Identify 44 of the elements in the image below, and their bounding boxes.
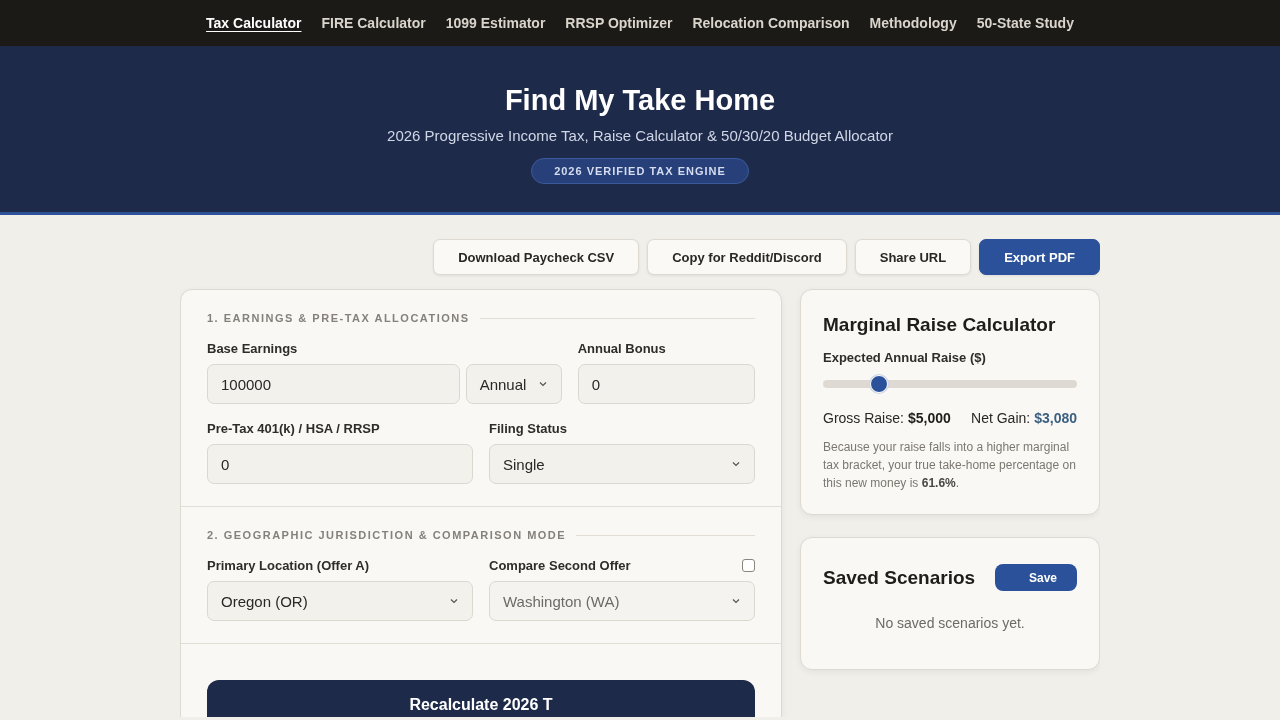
page-title: Find My Take Home bbox=[504, 84, 776, 117]
result-label: Net Gain: bbox=[971, 410, 1031, 426]
slider-thumb[interactable] bbox=[869, 375, 888, 393]
chevron-icon bbox=[537, 381, 548, 387]
explanation-text: Because your raise falls into a higher marginal tax bracket, your true take-home percentage on this new money is 61.6%. bbox=[823, 439, 1077, 492]
verified-badge: 2026 VERIFIED TAX ENGINE bbox=[531, 158, 749, 184]
action-button[interactable]: Share URL bbox=[854, 239, 972, 275]
field-label: Primary Location (Offer A) bbox=[207, 557, 370, 573]
chevron-icon bbox=[449, 598, 459, 604]
empty-message: No saved scenarios yet. bbox=[874, 615, 1026, 631]
field-label: Pre-Tax 401(k) / HSA / RRSP bbox=[207, 420, 380, 436]
unit-select[interactable]: Annual bbox=[465, 364, 562, 404]
export-button[interactable]: Export PDF bbox=[979, 239, 1100, 275]
field-label: Base Earnings bbox=[207, 340, 298, 356]
section-heading: 2. GEOGRAPHIC JURISDICTION & COMPARISON MODE bbox=[207, 529, 567, 541]
input-field[interactable]: 0 bbox=[577, 364, 755, 404]
result-value: $5,000 bbox=[907, 410, 951, 426]
action-button[interactable]: Copy for Reddit/Discord bbox=[647, 239, 847, 275]
page-subtitle: 2026 Progressive Income Tax, Raise Calculator & 50/30/20 Budget Allocator bbox=[387, 127, 893, 144]
result-label: Gross Raise: bbox=[823, 410, 904, 426]
nav-link[interactable]: Tax Calculator bbox=[206, 15, 302, 31]
card-title: Marginal Raise Calculator bbox=[823, 314, 1057, 336]
field-label: Filing Status bbox=[489, 420, 567, 436]
nav-link[interactable]: Methodology bbox=[869, 15, 957, 31]
card-title: Saved Scenarios bbox=[823, 566, 976, 589]
nav-link[interactable]: RRSP Optimizer bbox=[565, 15, 673, 31]
chevron-icon bbox=[731, 598, 741, 604]
field-label: Compare Second Offer bbox=[489, 557, 631, 573]
input-field[interactable]: 100000 bbox=[207, 364, 460, 404]
slider-label: Expected Annual Raise ($) bbox=[823, 350, 987, 365]
nav-link[interactable]: FIRE Calculator bbox=[321, 15, 426, 31]
nav-link[interactable]: 1099 Estimator bbox=[445, 15, 546, 31]
select-field[interactable]: Single bbox=[489, 444, 755, 484]
nav-link[interactable]: Relocation Comparison bbox=[692, 15, 850, 31]
action-button[interactable]: Download Paycheck CSV bbox=[433, 239, 640, 275]
field-label: Annual Bonus bbox=[577, 340, 666, 356]
result-value: $3,080 bbox=[1034, 410, 1077, 426]
select-field[interactable]: Oregon (OR) bbox=[207, 581, 473, 621]
calculate-button[interactable]: Recalculate 2026 T bbox=[207, 680, 755, 717]
input-field[interactable]: 0 bbox=[207, 444, 473, 484]
chevron-icon bbox=[731, 461, 741, 467]
section-heading: 1. EARNINGS & PRE-TAX ALLOCATIONS bbox=[207, 312, 470, 324]
save-button[interactable]: Save bbox=[994, 564, 1077, 591]
nav-link[interactable]: 50-State Study bbox=[976, 15, 1074, 31]
